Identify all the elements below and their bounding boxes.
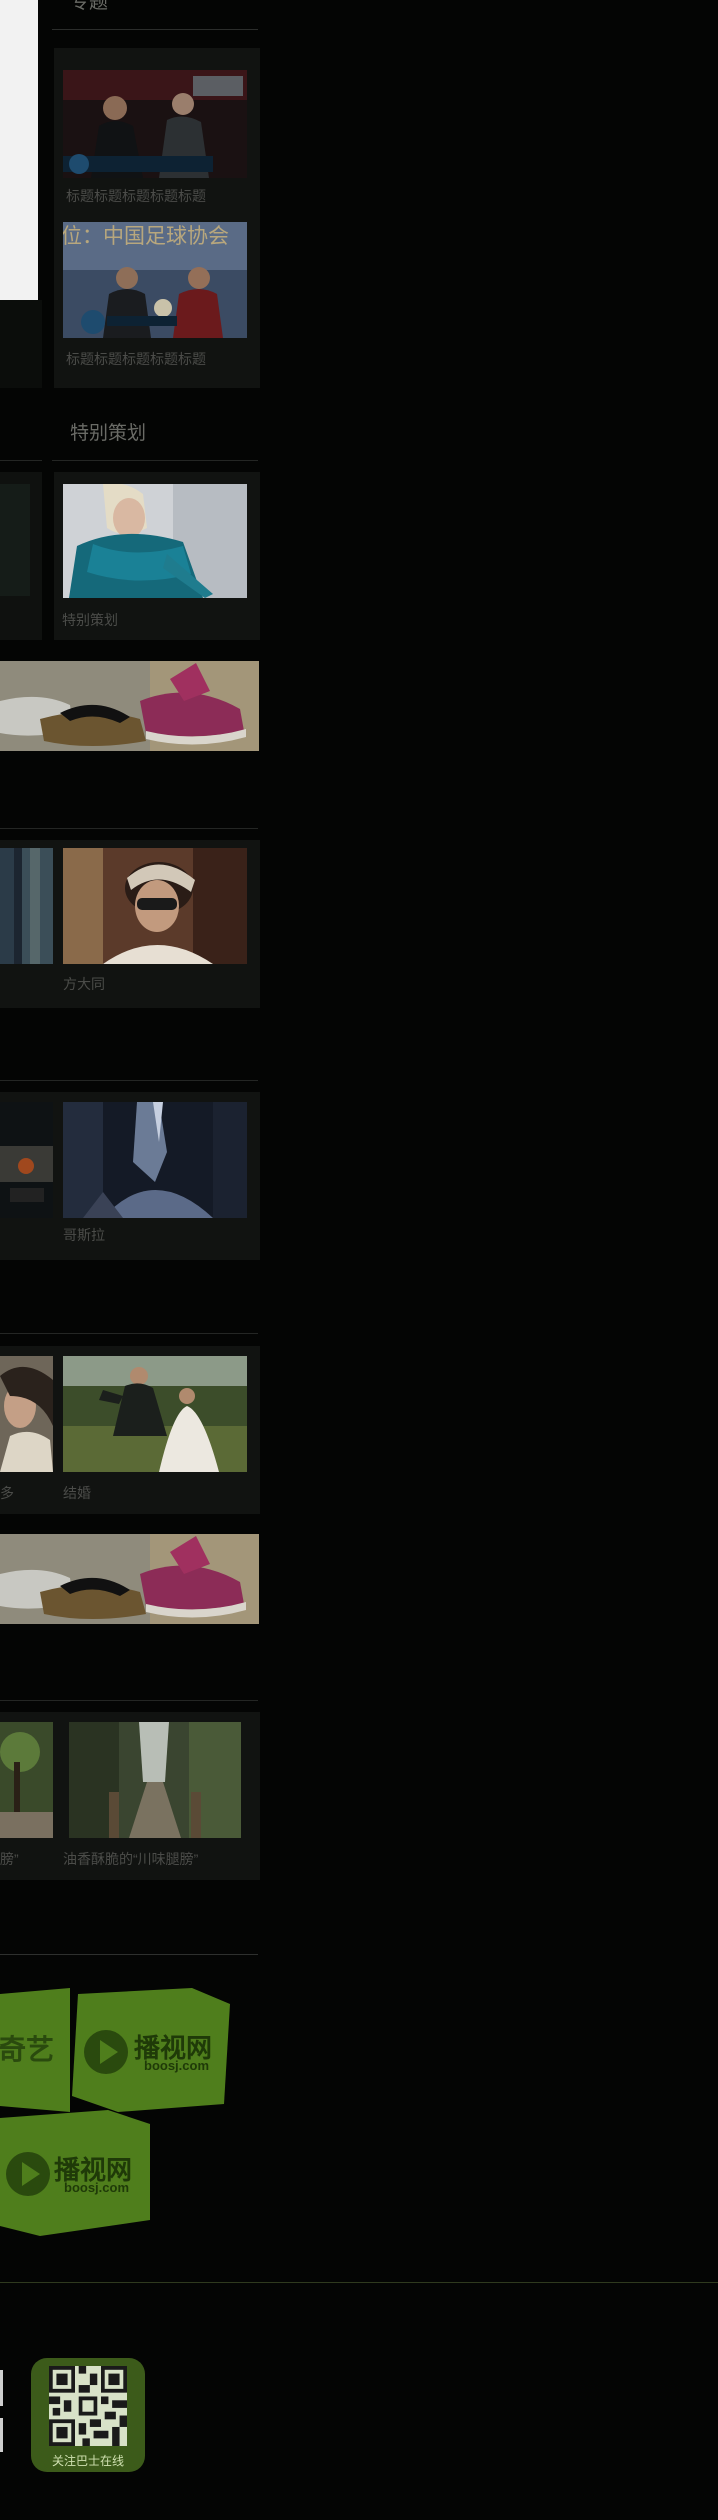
sandals-ad-banner-2[interactable] [0,1534,259,1624]
section-divider [52,460,258,461]
sandals-ad-banner-1[interactable] [0,661,259,751]
tebie-item-1-caption[interactable]: 特别策划 [62,612,118,628]
boosj-logo-url-1: boosj.com [144,2058,210,2073]
row-youxiang-item-1-image[interactable] [69,1722,241,1838]
section-divider [52,29,258,30]
footer-divider [0,2282,718,2283]
zhuanti-item-2-caption[interactable]: 标题标题标题标题标题 [66,351,206,367]
section-divider [0,1333,258,1334]
row-fangdatong-item-1-image[interactable] [63,848,247,964]
row-gesila-item-1-image[interactable] [63,1102,247,1218]
white-panel-remnant [0,0,38,300]
boosj-logo-hex-2[interactable]: 播视网 boosj.com [0,2110,150,2236]
qr-code-caption: 关注巴士在线 [51,2454,124,2468]
footer-left-edge-mark [0,2418,3,2452]
left-column-bg [0,300,42,388]
row-gesila-item-0-image[interactable] [0,1102,53,1218]
tebie-item-1-image[interactable] [63,484,247,598]
section-title-tebie: 特别策划 [70,423,147,444]
section-title-zhuanti: 专题 [70,0,109,13]
iqiyi-logo-hex[interactable]: 爱奇艺 [0,1988,70,2112]
left-column-image [0,484,30,596]
section-divider [0,1700,258,1701]
row-jiehun-item-0-caption[interactable]: 多 [0,1485,14,1501]
section-divider [0,1954,258,1955]
qr-code-card[interactable]: 关注巴士在线 [31,2358,145,2472]
qr-code-image [49,2366,127,2446]
zhuanti-item-1-image[interactable] [63,70,247,178]
section-divider [0,828,258,829]
row-youxiang-item-0-image[interactable] [0,1722,53,1838]
row-jiehun-item-0-image[interactable] [0,1356,53,1472]
footer-left-edge-mark [0,2370,3,2406]
row-fangdatong-item-0-image[interactable] [0,848,53,964]
row-jiehun-item-1-image[interactable] [63,1356,247,1472]
boosj-logo-hex-1[interactable]: 播视网 boosj.com [72,1988,232,2112]
zhuanti-item-2-image[interactable]: 位：中国足球协会 [63,222,247,338]
iqiyi-logo-text: 爱奇艺 [0,2034,55,2065]
row-jiehun-item-1-caption[interactable]: 结婚 [63,1485,91,1501]
section-divider [0,1080,258,1081]
boosj-logo-url-2: boosj.com [64,2180,130,2195]
zhuanti-item-1-caption[interactable]: 标题标题标题标题标题 [66,188,206,204]
section-divider [0,460,42,461]
jersey-banner-text: 位：中国足球协会 [63,224,229,248]
row-youxiang-item-0-caption[interactable]: 膀” [0,1851,19,1867]
row-fangdatong-item-1-caption[interactable]: 方大同 [63,976,105,992]
row-gesila-item-1-caption[interactable]: 哥斯拉 [63,1227,105,1243]
row-youxiang-item-1-caption[interactable]: 油香酥脆的“川味腿膀” [63,1851,198,1867]
